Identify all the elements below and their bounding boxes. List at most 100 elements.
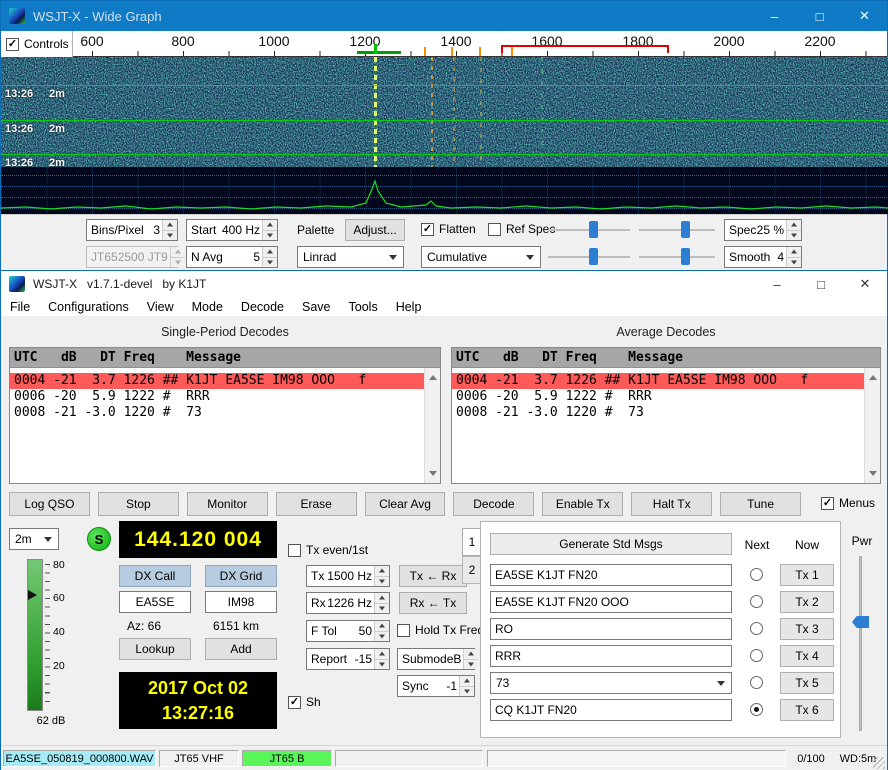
- spinner-arrows-icon[interactable]: [459, 676, 474, 696]
- spinner-arrows-icon[interactable]: [374, 649, 389, 669]
- smooth-spinner[interactable]: Smooth 4: [724, 246, 802, 268]
- frequency-scale[interactable]: Controls 600 800 1000 1200 1400 1600 180…: [1, 31, 887, 57]
- decode-button[interactable]: Decode: [453, 492, 534, 516]
- slider-handle[interactable]: [589, 248, 598, 265]
- sh-checkbox[interactable]: Sh: [288, 695, 321, 709]
- menu-decode[interactable]: Decode: [232, 300, 293, 314]
- spinner-arrows-icon[interactable]: [262, 220, 277, 240]
- menu-configurations[interactable]: Configurations: [39, 300, 138, 314]
- waterfall-display[interactable]: 13:26 2m 13:26 2m 13:26 2m: [1, 57, 888, 167]
- decode-row[interactable]: 0008 -21 -3.0 1220 # 73: [452, 405, 864, 421]
- tx5-message-combo[interactable]: 73: [490, 672, 732, 694]
- minimize-icon[interactable]: –: [755, 271, 799, 297]
- power-slider[interactable]: [859, 556, 862, 731]
- tx-from-rx-button[interactable]: Tx ← Rx: [399, 565, 467, 587]
- spinner-arrows-icon[interactable]: [786, 220, 801, 240]
- menu-file[interactable]: File: [1, 300, 39, 314]
- tx3-message-field[interactable]: RO: [490, 618, 732, 640]
- spectrum-zero-slider[interactable]: [639, 248, 715, 266]
- dx-call-field[interactable]: EA5SE: [119, 591, 191, 613]
- tx-even-checkbox[interactable]: Tx even/1st: [288, 543, 368, 557]
- menu-view[interactable]: View: [138, 300, 183, 314]
- spinner-arrows-icon[interactable]: [374, 621, 389, 641]
- tx5-next-radio[interactable]: [750, 676, 763, 689]
- tab-2[interactable]: 2: [462, 556, 481, 584]
- tx6-next-radio[interactable]: [750, 703, 763, 716]
- waterfall-zero-slider[interactable]: [639, 221, 715, 239]
- tx-freq-spinner[interactable]: Tx 1500 Hz: [306, 565, 390, 587]
- tx1-next-radio[interactable]: [750, 568, 763, 581]
- spinner-arrows-icon[interactable]: [463, 649, 478, 669]
- f-tol-spinner[interactable]: F Tol 50: [306, 620, 390, 642]
- dx-call-button[interactable]: DX Call: [119, 565, 191, 587]
- enable-tx-button[interactable]: Enable Tx: [542, 492, 623, 516]
- monitor-button[interactable]: Monitor: [187, 492, 268, 516]
- spectrum-gain-slider[interactable]: [548, 248, 630, 266]
- menu-mode[interactable]: Mode: [183, 300, 232, 314]
- spinner-arrows-icon[interactable]: [374, 593, 389, 613]
- generate-std-msgs-button[interactable]: Generate Std Msgs: [490, 533, 732, 555]
- close-icon[interactable]: ✕: [843, 271, 887, 297]
- tx6-message-field[interactable]: CQ K1JT FN20: [490, 699, 732, 721]
- waterfall-gain-slider[interactable]: [548, 221, 630, 239]
- menu-save[interactable]: Save: [293, 300, 340, 314]
- tx4-message-field[interactable]: RRR: [490, 645, 732, 667]
- lookup-button[interactable]: Lookup: [119, 638, 191, 660]
- sync-spinner[interactable]: Sync -1: [397, 675, 475, 697]
- maximize-icon[interactable]: □: [797, 1, 842, 31]
- dx-grid-field[interactable]: IM98: [205, 591, 277, 613]
- decode-row[interactable]: 0006 -20 5.9 1222 # RRR: [10, 389, 424, 405]
- slider-handle[interactable]: [589, 221, 598, 238]
- menu-tools[interactable]: Tools: [340, 300, 387, 314]
- rx-from-tx-button[interactable]: Rx ← Tx: [399, 592, 467, 614]
- palette-combo[interactable]: Linrad: [297, 246, 404, 268]
- log-qso-button[interactable]: Log QSO: [9, 492, 90, 516]
- add-button[interactable]: Add: [205, 638, 277, 660]
- scrollbar[interactable]: [424, 368, 440, 483]
- close-icon[interactable]: ✕: [842, 1, 887, 31]
- ref-spec-checkbox[interactable]: Ref Spec: [488, 222, 555, 236]
- menus-checkbox[interactable]: Menus: [821, 496, 875, 510]
- tune-button[interactable]: Tune: [720, 492, 801, 516]
- report-spinner[interactable]: Report -15: [306, 648, 390, 670]
- menu-help[interactable]: Help: [387, 300, 431, 314]
- band-select[interactable]: 2m: [9, 528, 59, 550]
- tab-1[interactable]: 1: [462, 528, 481, 556]
- flatten-checkbox[interactable]: Flatten: [421, 222, 476, 236]
- tx2-message-field[interactable]: EA5SE K1JT FN20 OOO: [490, 591, 732, 613]
- frequency-display[interactable]: 144.120 004: [119, 521, 277, 558]
- tx1-message-field[interactable]: EA5SE K1JT FN20: [490, 564, 732, 586]
- adjust-button[interactable]: Adjust...: [345, 219, 405, 241]
- spinner-arrows-icon[interactable]: [162, 220, 177, 240]
- resize-grip[interactable]: [873, 757, 885, 769]
- bins-per-pixel-spinner[interactable]: Bins/Pixel 3: [86, 219, 178, 241]
- halt-tx-button[interactable]: Halt Tx: [631, 492, 712, 516]
- clear-avg-button[interactable]: Clear Avg: [365, 492, 446, 516]
- spinner-arrows-icon[interactable]: [786, 247, 801, 267]
- controls-checkbox[interactable]: Controls: [1, 31, 73, 57]
- rx-freq-spinner[interactable]: Rx 1226 Hz: [306, 592, 390, 614]
- tx4-next-radio[interactable]: [750, 649, 763, 662]
- n-avg-spinner[interactable]: N Avg 5: [186, 246, 278, 268]
- submode-spinner[interactable]: Submode B: [397, 648, 475, 670]
- main-titlebar[interactable]: WSJT-X v1.7.1-devel by K1JT – □ ✕: [1, 271, 887, 297]
- tx1-now-button[interactable]: Tx 1: [780, 564, 834, 586]
- spec-percent-spinner[interactable]: Spec 25 %: [724, 219, 802, 241]
- tx6-now-button[interactable]: Tx 6: [780, 699, 834, 721]
- dx-grid-button[interactable]: DX Grid: [205, 565, 277, 587]
- maximize-icon[interactable]: □: [799, 271, 843, 297]
- start-freq-spinner[interactable]: Start 400 Hz: [186, 219, 278, 241]
- spectrum-type-combo[interactable]: Cumulative: [421, 246, 541, 268]
- slider-handle[interactable]: [681, 221, 690, 238]
- stop-button[interactable]: Stop: [98, 492, 179, 516]
- decode-row[interactable]: 0004 -21 3.7 1226 ## K1JT EA5SE IM98 OOO…: [452, 373, 864, 389]
- power-slider-handle[interactable]: [852, 616, 869, 628]
- tx3-next-radio[interactable]: [750, 622, 763, 635]
- decode-row[interactable]: 0006 -20 5.9 1222 # RRR: [452, 389, 864, 405]
- wide-graph-titlebar[interactable]: WSJT-X - Wide Graph – □ ✕: [1, 1, 887, 31]
- spinner-arrows-icon[interactable]: [374, 566, 389, 586]
- erase-button[interactable]: Erase: [276, 492, 357, 516]
- tx4-now-button[interactable]: Tx 4: [780, 645, 834, 667]
- tx2-now-button[interactable]: Tx 2: [780, 591, 834, 613]
- slider-handle[interactable]: [681, 248, 690, 265]
